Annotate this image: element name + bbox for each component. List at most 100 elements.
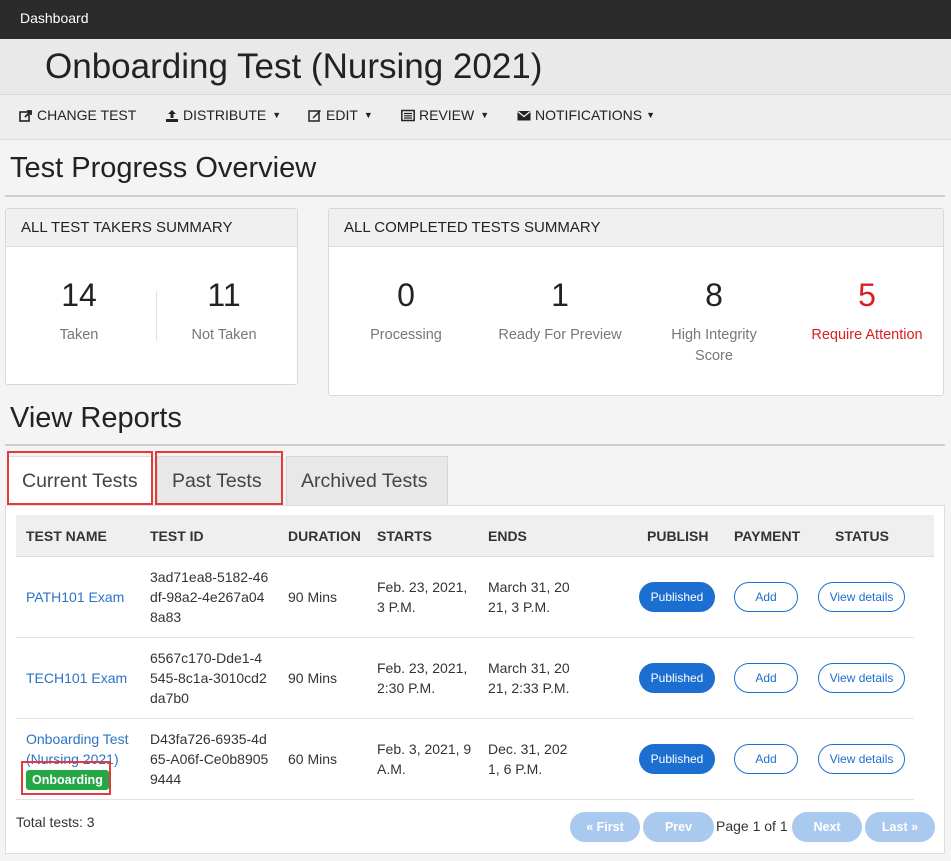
test-id: D43fa726-6935-4d 65-A06f-Ce0b8905 9444: [150, 729, 268, 789]
header-status: STATUS: [835, 528, 889, 544]
published-button[interactable]: Published: [639, 744, 715, 774]
share-icon: [19, 109, 32, 122]
distribute-menu[interactable]: DISTRIBUTE ▼: [165, 107, 281, 123]
header-payment: PAYMENT: [734, 528, 801, 544]
notifications-menu[interactable]: NOTIFICATIONS ▼: [517, 107, 655, 123]
last-page-button[interactable]: Last »: [865, 812, 935, 842]
add-payment-button[interactable]: Add: [734, 663, 798, 693]
reports-title: View Reports: [10, 402, 182, 434]
distribute-label: DISTRIBUTE: [183, 107, 267, 123]
top-nav-bar: Dashboard: [0, 0, 951, 39]
test-duration: 90 Mins: [288, 670, 338, 686]
chevron-down-icon: ▼: [272, 110, 282, 120]
test-name-link[interactable]: Onboarding Test: [26, 729, 128, 749]
require-attention-label: Require Attention: [811, 327, 923, 343]
header-ends: ENDS: [488, 528, 527, 544]
test-duration: 60 Mins: [288, 751, 338, 767]
table-row: Onboarding Test (Nursing 2021) Onboardin…: [16, 719, 914, 800]
starts-line: Feb. 3, 2021, 9: [377, 741, 472, 757]
published-button[interactable]: Published: [639, 663, 715, 693]
high-integrity-label: High Integrity Score: [649, 325, 779, 367]
header-publish: PUBLISH: [647, 528, 709, 544]
high-integrity-label-line2: Score: [695, 348, 733, 364]
change-test-menu[interactable]: CHANGE TEST: [19, 107, 136, 123]
starts-line: Feb. 23, 2021,: [377, 579, 468, 595]
upload-icon: [166, 109, 178, 122]
processing-stat: 0 Processing: [341, 277, 471, 346]
test-id-line: df-98a2-4e267a04: [150, 589, 265, 605]
ends-line: 1, 6 P.M.: [488, 761, 543, 777]
taken-value: 14: [61, 277, 97, 313]
published-button[interactable]: Published: [639, 582, 715, 612]
add-payment-button[interactable]: Add: [734, 582, 798, 612]
not-taken-value: 11: [207, 277, 241, 313]
action-menu-bar: CHANGE TEST DISTRIBUTE ▼ EDIT ▼ REVIEW ▼…: [0, 95, 951, 140]
ends-line: March 31, 20: [488, 579, 570, 595]
ends-line: 21, 3 P.M.: [488, 599, 551, 615]
require-attention-value: 5: [858, 277, 876, 313]
ends-line: Dec. 31, 202: [488, 741, 568, 757]
view-details-button[interactable]: View details: [818, 663, 905, 693]
header-starts: STARTS: [377, 528, 432, 544]
test-takers-summary-panel: ALL TEST TAKERS SUMMARY 14 Taken 11 Not …: [5, 208, 298, 385]
view-details-button[interactable]: View details: [818, 582, 905, 612]
ends-line: March 31, 20: [488, 660, 570, 676]
first-page-button[interactable]: « First: [570, 812, 640, 842]
table-row: TECH101 Exam 6567c170-Dde1-4 545-8c1a-30…: [16, 638, 914, 719]
dashboard-link[interactable]: Dashboard: [20, 10, 89, 26]
starts-line: 3 P.M.: [377, 599, 416, 615]
test-duration: 90 Mins: [288, 589, 338, 605]
list-alt-icon: [401, 109, 415, 121]
edit-icon: [308, 109, 321, 122]
completed-tests-summary-title: ALL COMPLETED TESTS SUMMARY: [329, 209, 943, 247]
table-row: PATH101 Exam 3ad71ea8-5182-46 df-98a2-4e…: [16, 557, 914, 638]
high-integrity-value: 8: [705, 277, 723, 313]
taken-label: Taken: [59, 327, 99, 343]
not-taken-label: Not Taken: [191, 327, 257, 343]
processing-value: 0: [397, 277, 415, 313]
test-ends: March 31, 20 21, 3 P.M.: [488, 577, 570, 617]
test-id-line: 8a83: [150, 609, 182, 625]
test-takers-summary-title: ALL TEST TAKERS SUMMARY: [6, 209, 297, 247]
review-menu[interactable]: REVIEW ▼: [401, 107, 489, 123]
ready-for-preview-value: 1: [551, 277, 569, 313]
edit-label: EDIT: [326, 107, 358, 123]
prev-page-button[interactable]: Prev: [643, 812, 714, 842]
starts-line: 2:30 P.M.: [377, 680, 436, 696]
test-ends: March 31, 20 21, 2:33 P.M.: [488, 658, 570, 698]
processing-label: Processing: [370, 327, 442, 343]
chevron-down-icon: ▼: [363, 110, 373, 120]
chevron-down-icon: ▼: [646, 110, 655, 120]
add-payment-button[interactable]: Add: [734, 744, 798, 774]
overview-divider: [5, 195, 945, 197]
test-id-line: 65-A06f-Ce0b8905: [150, 751, 269, 767]
ready-for-preview-label: Ready For Preview: [498, 327, 622, 343]
tab-current-tests[interactable]: Current Tests: [7, 456, 152, 505]
tab-archived-tests[interactable]: Archived Tests: [286, 456, 448, 505]
test-name-link[interactable]: PATH101 Exam: [26, 587, 124, 607]
test-name-link[interactable]: TECH101 Exam: [26, 668, 127, 688]
overview-title: Test Progress Overview: [10, 152, 317, 184]
high-integrity-label-line1: High Integrity: [671, 327, 757, 343]
tab-past-tests[interactable]: Past Tests: [157, 456, 283, 505]
test-id-line: 545-8c1a-3010cd2: [150, 670, 267, 686]
chevron-down-icon: ▼: [480, 110, 490, 120]
edit-menu[interactable]: EDIT ▼: [308, 107, 373, 123]
stat-divider: [156, 291, 157, 341]
test-ends: Dec. 31, 202 1, 6 P.M.: [488, 739, 567, 779]
page-title: Onboarding Test (Nursing 2021): [45, 47, 543, 86]
ends-line: 21, 2:33 P.M.: [488, 680, 570, 696]
test-starts: Feb. 23, 2021, 2:30 P.M.: [377, 658, 467, 698]
view-details-button[interactable]: View details: [818, 744, 905, 774]
test-name-link-line2[interactable]: (Nursing 2021): [26, 749, 128, 769]
starts-line: A.M.: [377, 761, 406, 777]
next-page-button[interactable]: Next: [792, 812, 862, 842]
header-test-id: TEST ID: [150, 528, 204, 544]
page-info: Page 1 of 1: [716, 818, 788, 834]
test-id: 6567c170-Dde1-4 545-8c1a-3010cd2 da7b0: [150, 648, 267, 708]
total-tests-count: Total tests: 3: [16, 814, 95, 830]
starts-line: Feb. 23, 2021,: [377, 660, 468, 676]
test-name-cell: Onboarding Test (Nursing 2021) Onboardin…: [26, 729, 128, 790]
envelope-icon: [517, 110, 531, 120]
header-duration: DURATION: [288, 528, 361, 544]
